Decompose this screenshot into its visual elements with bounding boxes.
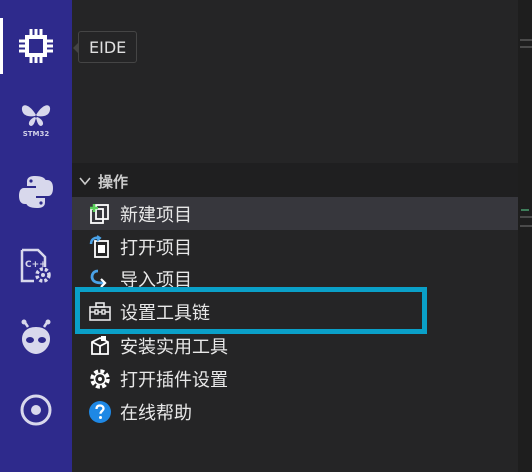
menu-item-new-project[interactable]: 新建项目 <box>72 197 518 230</box>
activity-item-platformio[interactable] <box>0 306 72 370</box>
activity-item-python[interactable] <box>0 160 72 224</box>
open-project-icon <box>88 234 112 259</box>
section-header-operations[interactable]: 操作 <box>72 163 518 199</box>
menu-item-label: 打开插件设置 <box>120 369 228 391</box>
menu-item-online-help[interactable]: 在线帮助 <box>72 395 518 428</box>
menu-item-label: 安装实用工具 <box>120 336 228 358</box>
editor-strip <box>518 0 532 472</box>
gear-icon <box>88 367 112 391</box>
activity-item-cpp-settings[interactable]: C++ <box>0 234 72 298</box>
cpp-file-gear-icon: C++ <box>18 247 54 285</box>
editor-mark <box>520 225 532 227</box>
menu-item-open-plugin-settings[interactable]: 打开插件设置 <box>72 362 518 395</box>
alien-icon <box>18 319 54 357</box>
stm32-label: STM32 <box>22 130 50 138</box>
tooltip: EIDE <box>72 31 138 63</box>
activity-item-eide[interactable] <box>0 14 72 78</box>
activity-item-stm32[interactable] <box>0 84 72 148</box>
python-icon <box>17 173 55 211</box>
menu-item-label: 打开项目 <box>120 237 192 259</box>
new-project-icon <box>88 202 112 226</box>
chip-icon <box>17 27 55 65</box>
chevron-down-icon <box>79 177 91 186</box>
install-package-icon <box>88 334 112 358</box>
editor-mark <box>520 216 532 218</box>
section-title: 操作 <box>98 172 129 191</box>
editor-mark <box>520 46 532 48</box>
help-icon <box>88 400 112 424</box>
target-icon <box>19 393 53 427</box>
tooltip-text: EIDE <box>89 38 127 57</box>
butterfly-icon <box>19 101 53 131</box>
editor-mark <box>520 39 532 41</box>
highlight-box <box>75 287 427 334</box>
menu-item-label: 在线帮助 <box>120 402 192 424</box>
menu-item-open-project[interactable]: 打开项目 <box>72 230 518 263</box>
menu-item-label: 新建项目 <box>120 204 192 226</box>
editor-mark <box>521 209 529 211</box>
activity-item-target[interactable] <box>0 378 72 442</box>
activity-bar: STM32 C++ <box>0 0 72 472</box>
